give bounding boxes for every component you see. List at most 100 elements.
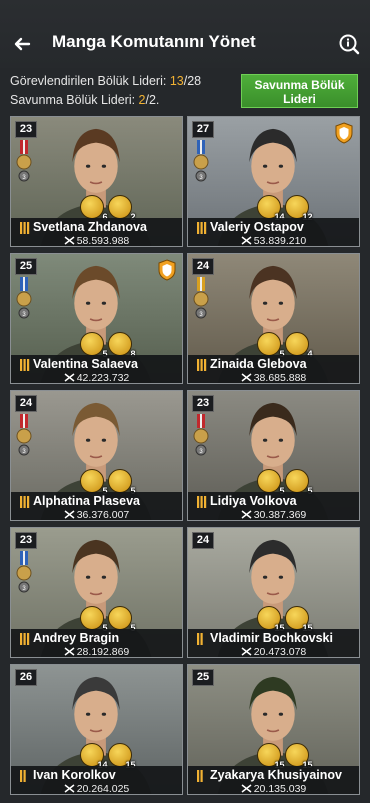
back-arrow-icon[interactable] xyxy=(12,34,32,54)
commander-card[interactable]: 27 3 14 12 Valeriy Ostapov 53.839.210 xyxy=(187,116,360,247)
skill-icon[interactable]: 14 xyxy=(256,195,285,222)
skill-icon[interactable]: 5 xyxy=(79,332,108,359)
commander-nameplate: Ivan Korolkov 20.264.025 xyxy=(11,766,182,795)
commander-power: 58.593.988 xyxy=(11,235,182,246)
power-value: 36.376.007 xyxy=(76,509,130,521)
skill-icons: 15 15 xyxy=(256,606,313,633)
commander-power: 53.839.210 xyxy=(188,235,359,246)
commander-card[interactable]: 26 14 15 Ivan Korolkov 20.264.025 xyxy=(10,664,183,795)
defense-shield-icon xyxy=(335,122,353,144)
commander-card[interactable]: 25 15 15 Zyakarya Khusiyainov 20.135.039 xyxy=(187,664,360,795)
commander-level: 24 xyxy=(15,395,37,412)
power-value: 20.264.025 xyxy=(76,783,130,795)
commander-level: 27 xyxy=(192,121,214,138)
crossed-swords-icon xyxy=(64,373,75,382)
info-icon[interactable] xyxy=(338,33,360,55)
skill-icon[interactable]: 14 xyxy=(79,743,108,770)
commander-name: Zinaida Glebova xyxy=(210,357,307,371)
commander-power: 20.135.039 xyxy=(188,783,359,795)
commander-nameplate: Lidiya Volkova 30.387.369 xyxy=(188,492,359,520)
rank-icon xyxy=(197,770,203,782)
skill-icon[interactable]: 2 xyxy=(107,195,136,222)
commander-card[interactable]: 23 3 55 Andrey Bragin 28.192.869 xyxy=(10,527,183,658)
commander-name: Ivan Korolkov xyxy=(33,768,116,782)
defense-leader-button[interactable]: Savunma Bölük Lideri xyxy=(241,74,358,108)
commander-level: 23 xyxy=(192,395,214,412)
skill-icon[interactable]: 5 xyxy=(79,606,108,633)
commander-name: Svetlana Zhdanova xyxy=(33,220,147,234)
skill-icon[interactable]: 12 xyxy=(284,195,313,222)
skill-icons: 58 xyxy=(79,332,136,359)
commander-card[interactable]: 24 3 55 Alphatina Plaseva 36.376.007 xyxy=(10,390,183,521)
commander-level: 26 xyxy=(15,669,37,686)
power-value: 28.192.869 xyxy=(76,646,130,658)
skill-icons: 55 xyxy=(79,469,136,496)
medal-icon: 3 xyxy=(16,551,32,593)
assigned-current: 13 xyxy=(169,74,184,88)
medal-icon: 3 xyxy=(193,277,209,319)
defense-leaders-stat: Savunma Bölük Lideri: 2/2. xyxy=(10,91,201,110)
commander-card[interactable]: 23 3 55 Lidiya Volkova 30.387.369 xyxy=(187,390,360,521)
assigned-label: Görevlendirilen Bölük Lideri: xyxy=(10,74,170,88)
commander-power: 28.192.869 xyxy=(11,646,182,658)
crossed-swords-icon xyxy=(64,236,75,245)
crossed-swords-icon xyxy=(64,510,75,519)
rank-icon xyxy=(197,222,207,234)
crossed-swords-icon xyxy=(241,784,252,793)
commander-nameplate: Zyakarya Khusiyainov 20.135.039 xyxy=(188,766,359,795)
skill-icon[interactable]: 6 xyxy=(79,195,108,222)
skill-icon[interactable]: 15 xyxy=(284,743,313,770)
skill-icon[interactable]: 8 xyxy=(107,332,136,359)
skill-icon[interactable]: 5 xyxy=(79,469,108,496)
rank-icon xyxy=(20,496,30,508)
medal-icon: 3 xyxy=(16,414,32,456)
page-title: Manga Komutanını Yönet xyxy=(52,32,256,51)
medal-icon: 3 xyxy=(193,140,209,182)
defense-label: Savunma Bölük Lideri: xyxy=(10,93,139,107)
skill-icons: 62 xyxy=(79,195,136,222)
commander-card[interactable]: 23 3 62 Svetlana Zhdanova 58.593.988 xyxy=(10,116,183,247)
commander-name: Vladimir Bochkovski xyxy=(210,631,333,645)
skill-icon[interactable]: 5 xyxy=(256,469,285,496)
commander-name: Lidiya Volkova xyxy=(210,494,297,508)
skill-icon[interactable]: 4 xyxy=(284,332,313,359)
crossed-swords-icon xyxy=(64,784,75,793)
crossed-swords-icon xyxy=(241,236,252,245)
commander-card[interactable]: 24 15 15 Vladimir Bochkovski 20.473.078 xyxy=(187,527,360,658)
power-value: 20.135.039 xyxy=(253,783,307,795)
commander-card[interactable]: 25 3 58 Valentina Salaeva 42.223.732 xyxy=(10,253,183,384)
power-value: 42.223.732 xyxy=(76,372,130,384)
commander-level: 24 xyxy=(192,532,214,549)
skill-icon[interactable]: 15 xyxy=(256,743,285,770)
commander-name: Valeriy Ostapov xyxy=(210,220,304,234)
skill-icon[interactable]: 5 xyxy=(107,469,136,496)
commander-level: 25 xyxy=(192,669,214,686)
commander-power: 36.376.007 xyxy=(11,509,182,521)
skill-icon[interactable]: 5 xyxy=(107,606,136,633)
commander-nameplate: Alphatina Plaseva 36.376.007 xyxy=(11,492,182,521)
skill-icons: 14 12 xyxy=(256,195,313,222)
skill-icon[interactable]: 5 xyxy=(284,469,313,496)
assigned-leaders-stat: Görevlendirilen Bölük Lideri: 13/28 xyxy=(10,72,201,91)
commander-nameplate: Valentina Salaeva 42.223.732 xyxy=(11,355,182,384)
crossed-swords-icon xyxy=(241,510,252,519)
medal-icon: 3 xyxy=(16,140,32,182)
commander-nameplate: Zinaida Glebova 38.685.888 xyxy=(188,355,359,383)
rank-icon xyxy=(20,222,30,234)
defense-button-line2: Lideri xyxy=(283,92,316,106)
commander-level: 24 xyxy=(192,258,214,275)
commander-nameplate: Svetlana Zhdanova 58.593.988 xyxy=(11,218,182,246)
skill-icon[interactable]: 15 xyxy=(284,606,313,633)
commander-card[interactable]: 24 3 54 Zinaida Glebova 38.685.888 xyxy=(187,253,360,384)
skill-icon[interactable]: 5 xyxy=(256,332,285,359)
rank-icon xyxy=(197,359,207,371)
skill-icons: 15 15 xyxy=(256,743,313,770)
commander-power: 20.264.025 xyxy=(11,783,182,795)
commander-nameplate: Vladimir Bochkovski 20.473.078 xyxy=(188,629,359,657)
skill-icon[interactable]: 15 xyxy=(256,606,285,633)
commander-nameplate: Andrey Bragin 28.192.869 xyxy=(11,629,182,658)
commander-nameplate: Valeriy Ostapov 53.839.210 xyxy=(188,218,359,246)
skill-icons: 54 xyxy=(256,332,313,359)
crossed-swords-icon xyxy=(241,647,252,656)
skill-icon[interactable]: 15 xyxy=(107,743,136,770)
